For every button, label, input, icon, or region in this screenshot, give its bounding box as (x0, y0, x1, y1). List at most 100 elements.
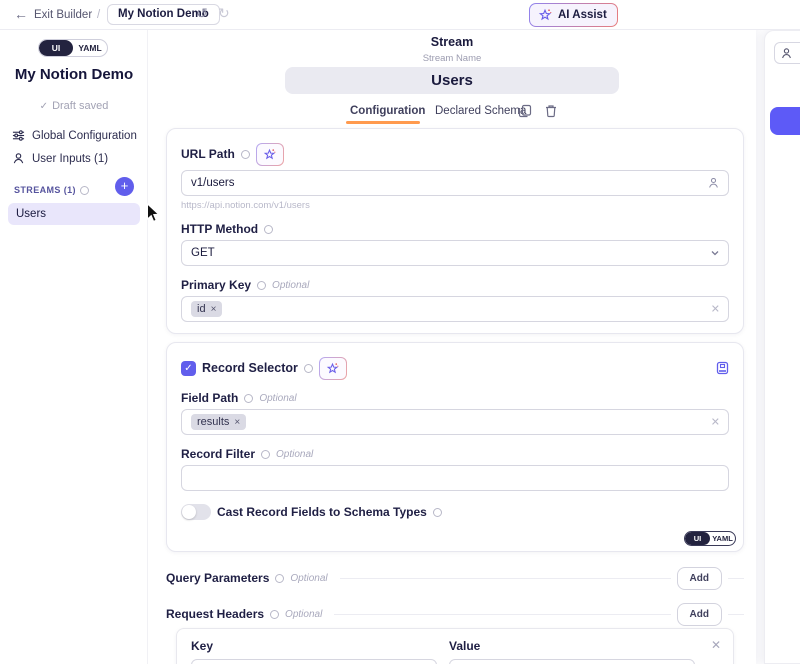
tab-configuration[interactable]: Configuration (350, 105, 425, 117)
header-value-input[interactable] (449, 659, 695, 664)
optional-badge: Optional (259, 393, 296, 404)
record-selector-label: Record Selector (202, 361, 298, 375)
sparkle-icon (326, 362, 339, 375)
http-method-value: GET (191, 247, 215, 259)
record-filter-label: Record Filter (181, 447, 255, 461)
sparkle-icon (538, 8, 552, 22)
sidebar-item-global-configuration[interactable]: Global Configuration (12, 124, 142, 147)
url-path-ai-button[interactable] (256, 143, 284, 166)
yaml-toggle-option[interactable]: YAML (73, 40, 107, 56)
url-preview-text: https://api.notion.com/v1/users (181, 200, 729, 211)
divider (728, 578, 744, 579)
add-stream-button[interactable]: + (115, 177, 134, 196)
optional-badge: Optional (276, 449, 313, 460)
tag-chip-results[interactable]: results × (191, 414, 246, 430)
user-icon (780, 47, 793, 60)
sidebar: UI YAML My Notion Demo ✓Draft saved Glob… (0, 30, 148, 664)
info-icon (270, 610, 279, 619)
cast-fields-label: Cast Record Fields to Schema Types (217, 505, 427, 519)
record-selector-ai-button[interactable] (319, 357, 347, 380)
redo-icon[interactable]: ↻ (218, 5, 230, 22)
card-ui-yaml-toggle[interactable]: UI YAML (684, 531, 736, 546)
stream-config-panel: Stream Stream Name Users Configuration D… (148, 30, 756, 664)
url-path-value[interactable] (191, 177, 702, 189)
info-icon (257, 281, 266, 290)
url-path-input[interactable] (181, 170, 729, 196)
http-method-select[interactable]: GET (181, 240, 729, 266)
cast-fields-toggle[interactable] (181, 504, 211, 520)
sidebar-stream-users[interactable]: Users (8, 203, 140, 225)
remove-tag-icon[interactable]: × (211, 304, 217, 315)
header-value-label: Value (449, 639, 719, 653)
info-icon (304, 364, 313, 373)
request-headers-section: Request Headers Optional Add (166, 602, 744, 626)
copy-stream-icon[interactable] (518, 104, 532, 118)
clear-field-icon[interactable]: ✕ (711, 416, 720, 429)
divider (334, 614, 670, 615)
exit-builder-link[interactable]: Exit Builder (34, 9, 92, 21)
ui-toggle-option[interactable]: UI (685, 532, 710, 545)
check-icon: ✓ (40, 101, 48, 112)
primary-key-tag-input[interactable]: id × ✕ (181, 296, 729, 322)
field-path-label: Field Path (181, 391, 238, 405)
field-path-tag-input[interactable]: results × ✕ (181, 409, 729, 435)
undo-icon[interactable]: ↺ (196, 5, 208, 22)
info-icon (80, 186, 89, 195)
remove-tag-icon[interactable]: × (234, 417, 240, 428)
info-icon (275, 574, 284, 583)
request-header-row-card: ✕ Key Value (176, 628, 734, 664)
query-parameters-label: Query Parameters (166, 571, 269, 585)
active-tab-underline (346, 121, 420, 124)
test-stream-button[interactable] (770, 107, 800, 135)
optional-badge: Optional (285, 609, 322, 620)
sliders-icon (12, 129, 25, 142)
doc-panel-icon[interactable] (716, 361, 729, 375)
sidebar-item-label: User Inputs (1) (32, 153, 108, 165)
http-method-label: HTTP Method (181, 222, 258, 236)
optional-badge: Optional (272, 280, 309, 291)
stream-name-input[interactable]: Users (285, 67, 619, 94)
header-key-label: Key (191, 639, 449, 653)
add-query-parameter-button[interactable]: Add (677, 567, 722, 590)
back-icon[interactable]: ← (14, 6, 28, 22)
testing-panel (764, 30, 800, 664)
info-icon (261, 450, 270, 459)
tab-declared-schema[interactable]: Declared Schema (435, 105, 526, 117)
info-icon (241, 150, 250, 159)
url-path-label: URL Path (181, 147, 235, 161)
connector-builder-app: ← Exit Builder / My Notion Demo ↺ ↻ AI A… (0, 0, 800, 664)
request-headers-label: Request Headers (166, 607, 264, 621)
ui-toggle-option[interactable]: UI (39, 40, 73, 56)
add-request-header-button[interactable]: Add (677, 603, 722, 626)
stream-panel-title: Stream (148, 35, 756, 49)
record-filter-input[interactable] (181, 465, 729, 491)
streams-header: STREAMS (1) (14, 185, 89, 195)
divider (728, 614, 744, 615)
info-icon (433, 508, 442, 517)
query-parameters-section: Query Parameters Optional Add (166, 566, 744, 590)
info-icon (264, 225, 273, 234)
breadcrumb-separator: / (97, 9, 100, 21)
record-filter-value[interactable] (191, 472, 702, 484)
clear-field-icon[interactable]: ✕ (711, 303, 720, 316)
ai-assist-label: AI Assist (558, 9, 607, 21)
optional-badge: Optional (290, 573, 327, 584)
info-icon (244, 394, 253, 403)
user-interpolation-icon[interactable] (707, 177, 720, 190)
header-key-input[interactable] (191, 659, 437, 664)
testing-values-menu[interactable] (774, 42, 800, 64)
topbar: ← Exit Builder / My Notion Demo ↺ ↻ AI A… (0, 0, 800, 30)
record-selector-checkbox[interactable]: ✓ (181, 361, 196, 376)
sparkle-icon (263, 148, 276, 161)
sidebar-item-label: Global Configuration (32, 130, 137, 142)
sidebar-item-user-inputs[interactable]: User Inputs (1) (12, 147, 142, 170)
ai-assist-button[interactable]: AI Assist (529, 3, 618, 27)
divider (340, 578, 671, 579)
delete-stream-icon[interactable] (544, 104, 558, 118)
record-selector-card: ✓ Record Selector (166, 342, 744, 552)
tag-chip-id[interactable]: id × (191, 301, 222, 317)
chevron-down-icon (710, 248, 720, 258)
yaml-toggle-option[interactable]: YAML (710, 532, 735, 545)
remove-header-icon[interactable]: ✕ (711, 638, 721, 652)
ui-yaml-toggle[interactable]: UI YAML (38, 39, 108, 57)
